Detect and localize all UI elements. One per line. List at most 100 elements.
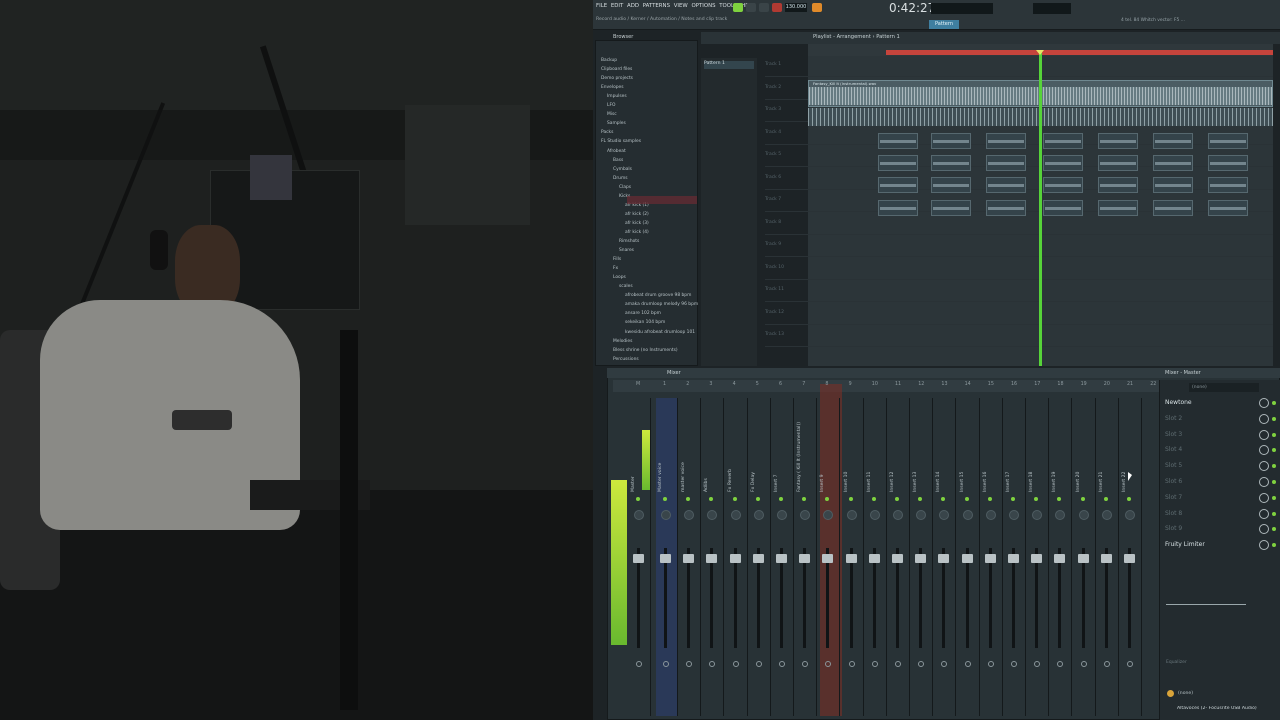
track-label[interactable]: Track 6	[765, 175, 805, 180]
channel-send-led[interactable]	[964, 497, 969, 501]
channel-pan-knob[interactable]	[893, 510, 903, 520]
mixer-channel[interactable]: Insert 10	[842, 398, 864, 716]
mixer-channel[interactable]: Insert 16	[981, 398, 1003, 716]
vocal-clip[interactable]	[931, 155, 971, 171]
menu-patterns[interactable]: PATTERNS	[643, 3, 670, 9]
channel-fader[interactable]	[868, 554, 880, 563]
fx-slot-enable-led[interactable]	[1272, 480, 1276, 484]
channel-send-led[interactable]	[663, 497, 667, 501]
channel-pan-knob[interactable]	[684, 510, 695, 520]
browser-item[interactable]: ansare 102 bpm	[625, 311, 661, 316]
channel-route-icon[interactable]	[779, 661, 785, 667]
menu-add[interactable]: ADD	[627, 3, 639, 9]
channel-fader[interactable]	[799, 554, 811, 563]
browser-item[interactable]: amaka drumloop melody 96 bpm	[625, 302, 698, 307]
vocal-clip[interactable]	[1208, 200, 1248, 216]
channel-fader[interactable]	[660, 554, 671, 563]
browser-item[interactable]: afr kick (2)	[625, 212, 649, 217]
fx-slot-mix-knob[interactable]	[1259, 398, 1269, 408]
browser-item[interactable]: afr kick (4)	[625, 230, 649, 235]
track-lane[interactable]	[765, 259, 1273, 280]
channel-fader[interactable]	[776, 554, 787, 563]
channel-route-icon[interactable]	[755, 661, 762, 667]
channel-route-icon[interactable]	[732, 661, 739, 667]
channel-send-led[interactable]	[686, 497, 691, 501]
menu-file[interactable]: FILE	[596, 3, 607, 9]
channel-send-led[interactable]	[1034, 497, 1039, 501]
channel-send-led[interactable]	[709, 497, 714, 501]
vocal-clip[interactable]	[1153, 200, 1193, 216]
channel-send-led[interactable]	[1103, 497, 1108, 501]
browser-item[interactable]: Cymbals	[613, 167, 632, 172]
browser-item[interactable]: Claps	[619, 185, 631, 190]
channel-route-icon[interactable]	[987, 661, 994, 667]
fx-slot[interactable]: Slot 7	[1165, 494, 1257, 501]
channel-pan-knob[interactable]	[800, 510, 811, 520]
track-label[interactable]: Track 5	[765, 152, 805, 157]
browser-item[interactable]: Bass	[613, 158, 623, 163]
mixer-channel[interactable]: Insert 21	[1097, 398, 1119, 716]
browser-item[interactable]: Afrobeat	[607, 149, 626, 154]
fx-slot-mix-knob[interactable]	[1259, 429, 1269, 440]
browser-item[interactable]: Percussions	[613, 357, 639, 362]
fx-slot[interactable]: Slot 4	[1165, 446, 1257, 453]
channel-send-led[interactable]	[1127, 497, 1131, 501]
vocal-clip[interactable]	[1153, 155, 1193, 171]
track-label[interactable]: Track 4	[765, 130, 805, 135]
channel-route-icon[interactable]	[918, 661, 925, 667]
channel-pan-knob[interactable]	[753, 510, 764, 520]
pattern-selector[interactable]: Pattern	[929, 20, 959, 29]
channel-fader[interactable]	[706, 554, 718, 563]
track-label[interactable]: Track 1	[765, 62, 805, 67]
fx-preset-selector[interactable]: (none)	[1189, 383, 1259, 392]
mixer-channel[interactable]: Fx Delay	[749, 398, 771, 716]
channel-send-led[interactable]	[779, 497, 783, 501]
output-selector[interactable]: Altavoces (2- Focusrite USB Audio)	[1177, 706, 1277, 711]
vocal-clip[interactable]	[878, 133, 918, 149]
channel-send-led[interactable]	[755, 497, 760, 501]
channel-route-icon[interactable]	[871, 661, 878, 667]
channel-route-icon[interactable]	[636, 661, 642, 667]
channel-send-led[interactable]	[1057, 497, 1062, 501]
track-label[interactable]: Track 2	[765, 85, 805, 90]
browser-item[interactable]: Melodies	[613, 339, 632, 344]
channel-fader[interactable]	[961, 554, 973, 563]
channel-route-icon[interactable]	[825, 661, 832, 667]
channel-pan-knob[interactable]	[869, 510, 880, 520]
mixer-channel[interactable]: Insert 22	[1120, 398, 1142, 716]
browser-item[interactable]: Demo projects	[601, 76, 633, 81]
browser-item[interactable]: Packs	[601, 130, 613, 135]
channel-route-icon[interactable]	[802, 661, 809, 667]
channel-send-led[interactable]	[987, 497, 992, 501]
channel-route-icon[interactable]	[1127, 661, 1133, 667]
fx-slot[interactable]: Slot 8	[1165, 510, 1257, 517]
browser-item[interactable]: FL Studio samples	[601, 139, 641, 144]
track-label[interactable]: Track 7	[765, 197, 805, 202]
channel-fader[interactable]	[633, 554, 644, 563]
mixer-channel[interactable]: Insert 20	[1074, 398, 1096, 716]
track-label[interactable]: Track 3	[765, 107, 805, 112]
channel-route-icon[interactable]	[941, 661, 948, 667]
channel-pan-knob[interactable]	[634, 510, 644, 520]
vocal-clip[interactable]	[1153, 133, 1193, 149]
record-button[interactable]	[772, 3, 782, 12]
mixer-channel[interactable]: Insert 13	[911, 398, 934, 716]
input-icon[interactable]	[1167, 690, 1174, 697]
menu-view[interactable]: VIEW	[674, 3, 688, 9]
channel-pan-knob[interactable]	[661, 510, 671, 520]
track-label[interactable]: Track 11	[765, 287, 805, 292]
fx-slot[interactable]: Slot 6	[1165, 478, 1257, 485]
browser-item[interactable]: Rimshots	[619, 239, 639, 244]
menu-options[interactable]: OPTIONS	[691, 3, 715, 9]
channel-pan-knob[interactable]	[777, 510, 787, 520]
mixer-channel[interactable]: Insert 19	[1050, 398, 1073, 716]
menu-edit[interactable]: EDIT	[611, 3, 623, 9]
channel-route-icon[interactable]	[848, 661, 855, 667]
metronome-button[interactable]	[812, 3, 822, 12]
vocal-clip[interactable]	[878, 155, 918, 171]
channel-route-icon[interactable]	[663, 661, 669, 667]
browser-item[interactable]: Snares	[619, 248, 634, 253]
channel-route-icon[interactable]	[686, 661, 693, 667]
mixer-channel[interactable]: Master voice	[656, 398, 678, 716]
vocal-clip[interactable]	[878, 177, 918, 193]
